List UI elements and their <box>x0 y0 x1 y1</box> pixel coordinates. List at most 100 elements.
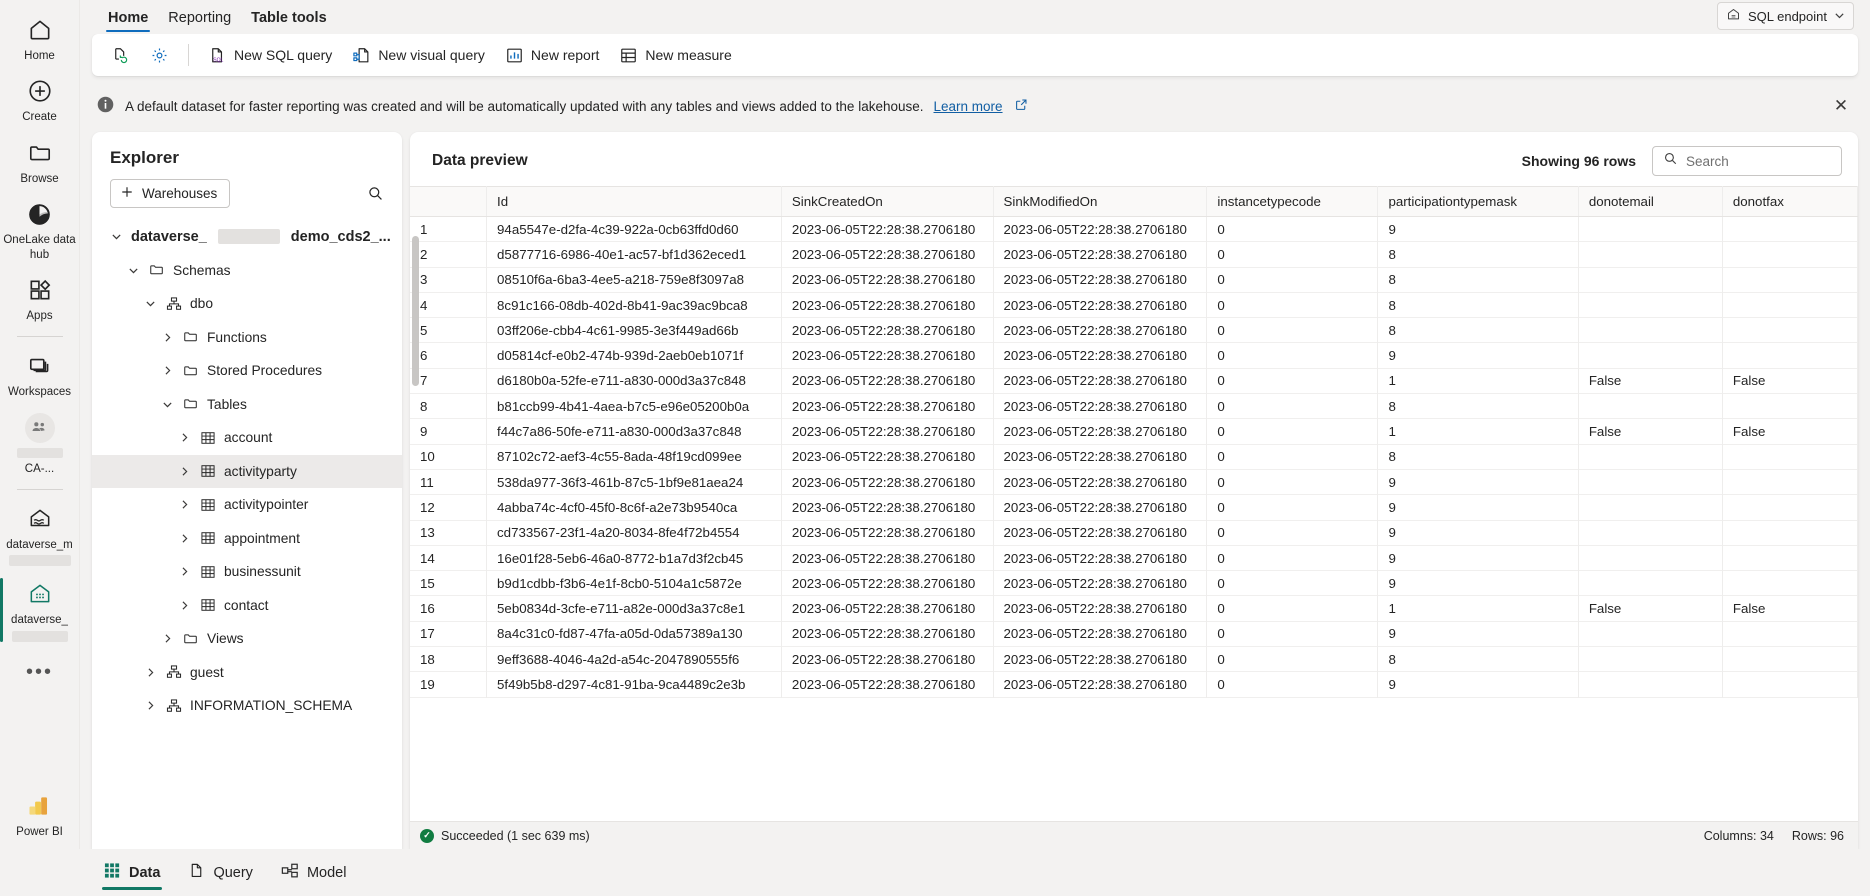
tree-node-label: activityparty <box>224 463 297 479</box>
table-row[interactable]: 18 9eff3688-4046-4a2d-a54c-2047890555f6 20… <box>410 646 1858 672</box>
table-row[interactable]: 19 5f49b5b8-d297-4c81-91ba-9ca4489c2e3b 20… <box>410 671 1858 698</box>
table-row[interactable]: 10 87102c72-aef3-4c55-8ada-48f19cd099ee 20… <box>410 444 1858 470</box>
new-sql-query-button[interactable]: SQL New SQL query <box>199 40 341 70</box>
table-row[interactable]: 9 f44c7a86-50fe-e711-a830-000d3a37c848 202… <box>410 418 1858 445</box>
rail-item-apps[interactable]: Apps <box>0 268 80 329</box>
column-header-instancetypecode[interactable]: instancetypecode <box>1206 186 1379 217</box>
chevron-down-icon[interactable] <box>125 265 141 276</box>
table-row[interactable]: 7 d6180b0a-52fe-e711-a830-000d3a37c848 202… <box>410 368 1858 394</box>
column-header-sinkmodifiedon[interactable]: SinkModifiedOn <box>993 186 1208 217</box>
tab-table-tools[interactable]: Table tools <box>241 6 336 34</box>
cell-instancetypecode: 0 <box>1206 292 1379 318</box>
data-search-box[interactable] <box>1652 146 1842 176</box>
chevron-right-icon[interactable] <box>159 365 175 376</box>
table-row[interactable]: 16 5eb0834d-3cfe-e711-a82e-000d3a37c8e1 20… <box>410 595 1858 622</box>
tree-node-appointment[interactable]: appointment <box>92 522 402 556</box>
close-icon[interactable]: ✕ <box>1826 91 1856 121</box>
chevron-right-icon[interactable] <box>142 700 158 711</box>
chevron-right-icon[interactable] <box>176 566 192 577</box>
tree-node-account[interactable]: account <box>92 421 402 455</box>
rail-item-workspaces[interactable]: Workspaces <box>0 344 80 405</box>
external-link-icon <box>1015 98 1028 114</box>
folder-icon <box>182 329 200 345</box>
tab-home[interactable]: Home <box>98 6 158 34</box>
cell-instancetypecode: 0 <box>1206 671 1379 698</box>
tree-node-activityparty[interactable]: activityparty <box>92 454 402 488</box>
column-header-id[interactable]: Id <box>486 186 782 217</box>
chevron-right-icon[interactable] <box>142 667 158 678</box>
column-header-rownum[interactable] <box>410 186 488 217</box>
table-row[interactable]: 12 4abba74c-4cf0-45f0-8c6f-a2e73b9540ca 20… <box>410 494 1858 521</box>
table-row[interactable]: 17 8a4c31c0-fd87-47fa-a05d-0da57389a130 20… <box>410 621 1858 647</box>
rail-item-create[interactable]: Create <box>0 69 80 130</box>
chevron-right-icon[interactable] <box>176 499 192 510</box>
table-row[interactable]: 15 b9d1cdbb-f3b6-4e1f-8cb0-5104a1c5872e 20… <box>410 570 1858 596</box>
table-row[interactable]: 8 b81ccb99-4b41-4aea-b7c5-e96e05200b0a 202… <box>410 393 1858 419</box>
chevron-right-icon[interactable] <box>159 633 175 644</box>
search-input[interactable] <box>1686 153 1831 169</box>
row-number: 17 <box>410 621 488 647</box>
cell-sinkcreatedon: 2023-06-05T22:28:38.2706180 <box>781 595 994 622</box>
table-row[interactable]: 14 16e01f28-5eb6-46a0-8772-b1a7d3f2cb45 20… <box>410 545 1858 571</box>
tree-node-guest[interactable]: guest <box>92 656 402 690</box>
tree-node-businessunit[interactable]: businessunit <box>92 555 402 589</box>
new-visual-query-button[interactable]: New visual query <box>343 40 494 70</box>
tree-node-tables[interactable]: Tables <box>92 388 402 422</box>
tree-node-dbo[interactable]: dbo <box>92 287 402 321</box>
new-report-button[interactable]: New report <box>496 40 608 70</box>
chevron-down-icon[interactable] <box>159 399 175 410</box>
column-header-donotfax[interactable]: donotfax <box>1722 186 1858 217</box>
chevron-down-icon[interactable] <box>108 231 124 242</box>
table-row[interactable]: 3 08510f6a-6ba3-4ee5-a218-759e8f3097a8 202… <box>410 267 1858 293</box>
tree-node-contact[interactable]: contact <box>92 589 402 623</box>
table-row[interactable]: 2 d5877716-6986-40e1-ac57-bf1d362eced1 202… <box>410 241 1858 268</box>
table-row[interactable]: 11 538da977-36f3-461b-87c5-1bf9e81aea24 20… <box>410 469 1858 495</box>
table-row[interactable]: 5 03ff206e-cbb4-4c61-9985-3e3f449ad66b 202… <box>410 317 1858 343</box>
tree-node-information-schema[interactable]: INFORMATION_SCHEMA <box>92 689 402 723</box>
chevron-right-icon[interactable] <box>159 332 175 343</box>
column-header-sinkcreatedon[interactable]: SinkCreatedOn <box>781 186 994 217</box>
table-row[interactable]: 1 94a5547e-d2fa-4c39-922a-0cb63ffd0d60 202… <box>410 216 1858 242</box>
tree-node-label: Views <box>207 631 244 647</box>
tree-node-activitypointer[interactable]: activitypointer <box>92 488 402 522</box>
tree-node-stored-procedures[interactable]: Stored Procedures <box>92 354 402 388</box>
rail-item-ca-workspace[interactable]: CA-... <box>0 406 80 482</box>
new-measure-button[interactable]: New measure <box>610 40 740 70</box>
chevron-down-icon[interactable] <box>142 298 158 309</box>
rail-item-browse[interactable]: Browse <box>0 131 80 192</box>
tree-node-functions[interactable]: Functions <box>92 321 402 355</box>
rail-item-dataverse-lakehouse[interactable]: dataverse_m <box>0 497 80 572</box>
tree-node-views[interactable]: Views <box>92 622 402 656</box>
data-grid-scroll-region[interactable]: Id SinkCreatedOn SinkModifiedOn instancetyp… <box>410 186 1858 821</box>
refresh-button[interactable] <box>102 40 139 70</box>
rail-label: OneLake data hub <box>3 234 76 261</box>
rail-item-dataverse-warehouse[interactable]: dataverse_ <box>0 572 80 647</box>
search-icon[interactable] <box>360 178 390 208</box>
cell-instancetypecode: 0 <box>1206 494 1379 521</box>
bottom-tab-query[interactable]: Query <box>176 854 265 892</box>
add-warehouses-button[interactable]: Warehouses <box>110 178 231 208</box>
column-header-participationtypemask[interactable]: participationtypemask <box>1377 186 1579 217</box>
table-row[interactable]: 4 8c91c166-08db-402d-8b41-9ac39ac9bca8 202… <box>410 292 1858 318</box>
bottom-tab-data[interactable]: Data <box>92 854 172 892</box>
rail-item-onelake-data-hub[interactable]: OneLake data hub <box>0 192 80 268</box>
chevron-right-icon[interactable] <box>176 533 192 544</box>
learn-more-link[interactable]: Learn more <box>934 99 1003 114</box>
table-row[interactable]: 13 cd733567-23f1-4a20-8034-8fe4f72b4554 20… <box>410 520 1858 546</box>
rail-label: Home <box>24 50 55 62</box>
chevron-right-icon[interactable] <box>176 432 192 443</box>
rail-label: Browse <box>20 172 59 185</box>
vertical-scrollbar[interactable] <box>412 236 419 386</box>
sql-endpoint-switcher[interactable]: SQL endpoint <box>1716 2 1854 30</box>
tree-node-dataverse[interactable]: dataverse_ demo_cds2_... <box>92 220 402 254</box>
tab-reporting[interactable]: Reporting <box>158 6 241 34</box>
rail-more-button[interactable]: ••• <box>26 648 53 712</box>
column-header-donotemail[interactable]: donotemail <box>1578 186 1723 217</box>
bottom-tab-model[interactable]: Model <box>269 854 359 892</box>
settings-button[interactable] <box>141 40 178 70</box>
table-row[interactable]: 6 d05814cf-e0b2-474b-939d-2aeb0eb1071f 202… <box>410 342 1858 369</box>
chevron-right-icon[interactable] <box>176 466 192 477</box>
chevron-right-icon[interactable] <box>176 600 192 611</box>
rail-item-home[interactable]: Home <box>0 8 80 69</box>
tree-node-schemas[interactable]: Schemas <box>92 254 402 288</box>
